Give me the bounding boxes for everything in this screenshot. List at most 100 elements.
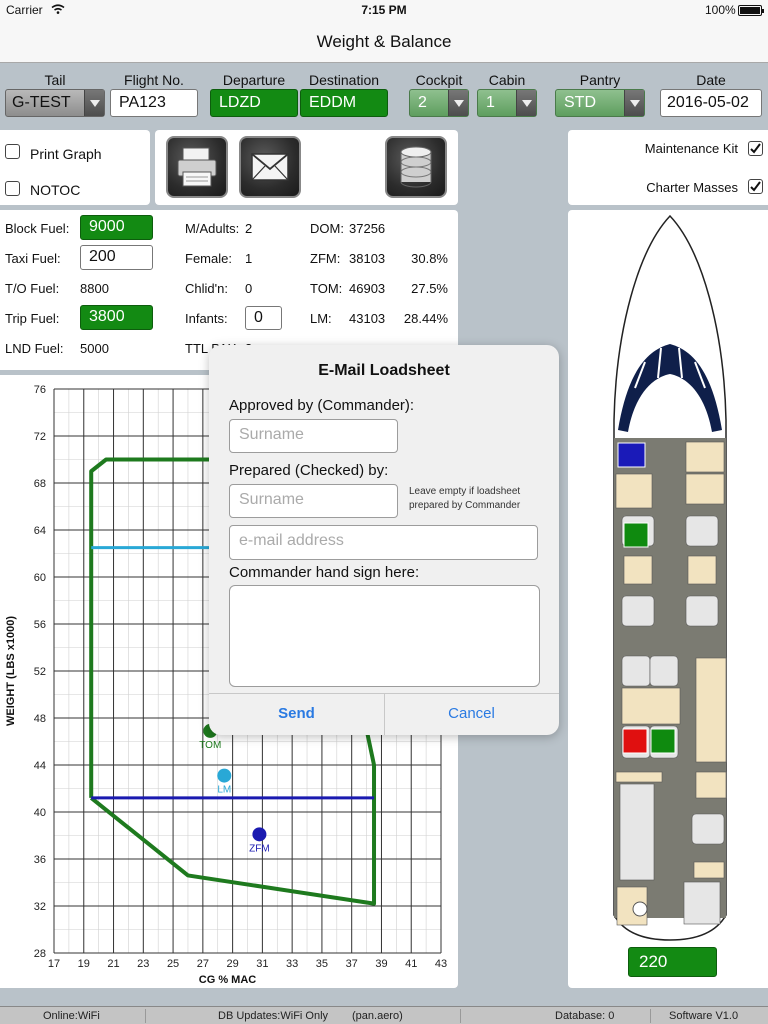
point-lm — [217, 768, 232, 783]
infants-label: Infants: — [185, 311, 228, 326]
trip-fuel-input[interactable]: 3800 — [80, 305, 153, 330]
email-button[interactable] — [239, 136, 301, 198]
zfm-percent: 30.8% — [411, 251, 448, 266]
x-tick-label: 43 — [435, 958, 447, 970]
chevron-down-icon — [630, 100, 640, 107]
checkmark-icon — [750, 143, 761, 154]
lnd-fuel-label: LND Fuel: — [5, 341, 64, 356]
destination-input[interactable]: EDDM — [300, 89, 388, 117]
x-tick-label: 19 — [78, 958, 90, 970]
date-label: Date — [696, 72, 726, 88]
printer-icon — [177, 147, 217, 187]
cancel-button[interactable]: Cancel — [384, 693, 559, 735]
lnd-fuel-value: 5000 — [80, 341, 109, 356]
approved-by-label: Approved by (Commander): — [229, 397, 415, 414]
database-status: Database: 0 — [555, 1010, 615, 1022]
adults-label: M/Adults: — [185, 221, 240, 236]
tom-percent: 27.5% — [411, 281, 448, 296]
y-tick-label: 36 — [34, 854, 46, 866]
prepared-by-label: Prepared (Checked) by: — [229, 462, 389, 479]
email-loadsheet-dialog: E-Mail Loadsheet Approved by (Commander)… — [209, 345, 559, 735]
pantry-value: STD — [564, 94, 596, 111]
flight-label: Flight No. — [124, 72, 184, 88]
zfm-value: 38103 — [349, 251, 386, 266]
cockpit-label: Cockpit — [415, 72, 463, 88]
print-button[interactable] — [166, 136, 228, 198]
point-label-lm: LM — [217, 785, 231, 796]
y-tick-label: 72 — [34, 431, 46, 443]
x-tick-label: 37 — [346, 958, 358, 970]
y-tick-label: 60 — [34, 572, 46, 584]
flight-number-input[interactable]: PA123 — [110, 89, 198, 117]
chevron-down-icon — [522, 100, 532, 107]
x-tick-label: 39 — [375, 958, 387, 970]
maintenance-kit-label: Maintenance Kit — [644, 141, 738, 156]
female-label: Female: — [185, 251, 232, 266]
taxi-fuel-input[interactable]: 200 — [80, 245, 153, 270]
taxi-fuel-label: Taxi Fuel: — [5, 251, 61, 266]
cockpit-select[interactable]: 2 — [409, 89, 469, 117]
maintenance-kit-checkbox[interactable] — [748, 141, 763, 156]
y-tick-label: 52 — [34, 666, 46, 678]
charter-masses-label: Charter Masses — [646, 180, 738, 195]
lm-percent: 28.44% — [403, 311, 448, 326]
y-tick-label: 68 — [34, 478, 46, 490]
x-axis-label: CG % MAC — [199, 974, 257, 986]
pantry-label: Pantry — [579, 72, 621, 88]
point-label-tom: TOM — [199, 740, 221, 751]
trip-fuel-label: Trip Fuel: — [5, 311, 60, 326]
departure-input[interactable]: LDZD — [210, 89, 298, 117]
infants-input[interactable]: 0 — [245, 306, 282, 330]
tom-value: 46903 — [349, 281, 386, 296]
print-graph-checkbox[interactable] — [5, 144, 20, 159]
tail-value: G-TEST — [12, 94, 71, 111]
prepared-surname-input[interactable]: Surname — [229, 484, 398, 518]
status-bar: Carrier 7:15 PM 100% — [0, 0, 768, 20]
battery-percent: 100% — [705, 3, 736, 17]
clock: 7:15 PM — [361, 3, 407, 17]
status-footer: Online:WiFi DB Updates:WiFi Only (pan.ae… — [0, 1006, 768, 1024]
female-value: 1 — [245, 251, 253, 266]
tail-select[interactable]: G-TEST — [5, 89, 105, 117]
envelope-icon — [251, 153, 289, 181]
x-tick-label: 21 — [107, 958, 119, 970]
point-zfm — [252, 827, 267, 842]
aircraft-cabin-diagram — [613, 214, 727, 941]
y-tick-label: 28 — [34, 948, 46, 960]
y-tick-label: 40 — [34, 807, 46, 819]
hand-sign-label: Commander hand sign here: — [229, 564, 420, 581]
print-graph-label: Print Graph — [30, 146, 102, 162]
y-tick-label: 44 — [34, 760, 46, 772]
cockpit-value: 2 — [418, 94, 427, 111]
point-label-zfm: ZFM — [249, 843, 270, 854]
software-version: Software V1.0 — [669, 1010, 739, 1022]
tom-label: TOM: — [310, 281, 343, 296]
block-fuel-input[interactable]: 9000 — [80, 215, 153, 240]
lm-label: LM: — [310, 311, 332, 326]
to-fuel-value: 8800 — [80, 281, 109, 296]
x-tick-label: 29 — [226, 958, 238, 970]
charter-masses-checkbox[interactable] — [748, 179, 763, 194]
date-input[interactable]: 2016-05-02 — [660, 89, 762, 117]
page-title: Weight & Balance — [316, 32, 452, 51]
pantry-select[interactable]: STD — [555, 89, 645, 117]
departure-label: Departure — [222, 72, 286, 88]
database-button[interactable] — [385, 136, 447, 198]
signature-pad[interactable] — [229, 585, 540, 687]
x-tick-label: 33 — [286, 958, 298, 970]
y-tick-label: 64 — [34, 525, 46, 537]
y-tick-label: 56 — [34, 619, 46, 631]
notoc-label: NOTOC — [30, 182, 81, 198]
approved-surname-input[interactable]: Surname — [229, 419, 398, 453]
email-address-input[interactable]: e-mail address — [229, 525, 538, 560]
x-tick-label: 41 — [405, 958, 417, 970]
cabin-select[interactable]: 1 — [477, 89, 537, 117]
zfm-label: ZFM: — [310, 251, 341, 266]
chevron-down-icon — [454, 100, 464, 107]
cabin-total-weight: 220 — [628, 947, 717, 977]
notoc-checkbox[interactable] — [5, 181, 20, 196]
x-tick-label: 31 — [256, 958, 268, 970]
dialog-title: E-Mail Loadsheet — [318, 362, 450, 379]
children-value: 0 — [245, 281, 253, 296]
send-button[interactable]: Send — [209, 693, 384, 735]
